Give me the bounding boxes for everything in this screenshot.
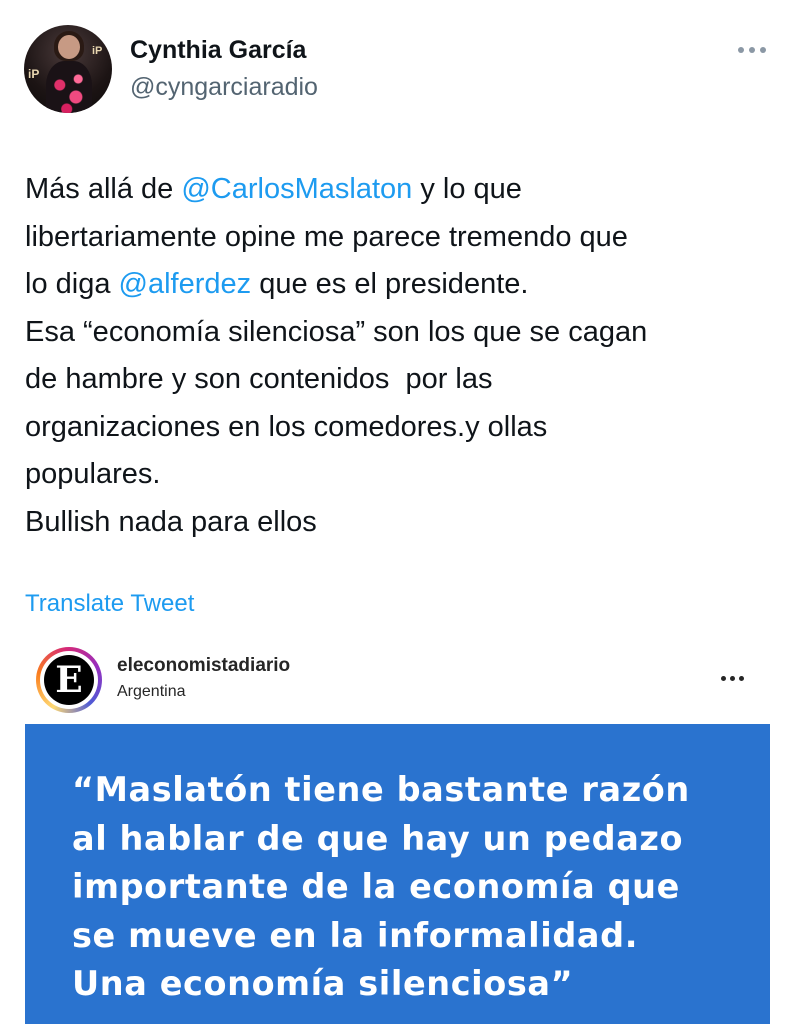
- tweet-line: populares.: [25, 451, 770, 499]
- dot: [760, 47, 766, 53]
- quote-line: se mueve en la informalidad.: [72, 915, 639, 955]
- tweet-line: Más allá de @CarlosMaslaton y lo que: [25, 166, 770, 214]
- tweet-text-segment: que es el presidente.: [251, 268, 529, 300]
- dot: [738, 47, 744, 53]
- dot: [729, 675, 735, 681]
- author-handle[interactable]: @cyngarciaradio: [130, 73, 318, 102]
- mention-link[interactable]: @CarlosMaslaton: [181, 173, 412, 205]
- tweet-text-segment: organizaciones en los comedores.y ollas: [25, 410, 548, 443]
- tweet-text-segment: libertariamente opine me parece tremendo…: [25, 220, 628, 253]
- avatar-backdrop-logo: iP: [92, 45, 103, 57]
- tweet-text-segment: de hambre y son contenidos por las: [25, 363, 493, 395]
- mention-link[interactable]: @alferdez: [119, 268, 252, 300]
- embedded-location[interactable]: Argentina: [117, 683, 186, 701]
- tweet-line: de hambre y son contenidos por las: [25, 356, 770, 404]
- quote-line: Una economía silenciosa”: [72, 964, 574, 1003]
- tweet-text-segment: populares.: [25, 458, 161, 490]
- tweet-line: Esa “economía silenciosa” son los que se…: [25, 309, 770, 357]
- tweet-text-segment: y lo que: [412, 173, 522, 205]
- avatar-face: [58, 35, 80, 59]
- embedded-quote-card[interactable]: “Maslatón tiene bastante razón al hablar …: [25, 724, 770, 1024]
- tweet-text-segment: Más allá de: [25, 173, 182, 205]
- dot: [749, 47, 755, 53]
- embedded-more-icon[interactable]: [712, 670, 752, 686]
- quote-text: “Maslatón tiene bastante razón al hablar …: [72, 766, 752, 1009]
- avatar-backdrop-logo: iP: [28, 67, 40, 81]
- avatar-dress: [46, 61, 92, 113]
- tweet-line: organizaciones en los comedores.y ollas: [25, 404, 770, 452]
- publication-logo: E: [44, 655, 94, 705]
- embedded-account-avatar[interactable]: E: [36, 647, 102, 713]
- avatar-ring-gap: E: [40, 651, 98, 709]
- author-display-name[interactable]: Cynthia García: [130, 36, 306, 65]
- tweet-text: Más allá de @CarlosMaslaton y lo que libe…: [25, 166, 770, 546]
- author-avatar[interactable]: iP iP: [24, 25, 112, 113]
- dot: [738, 675, 744, 681]
- tweet-line: libertariamente opine me parece tremendo…: [25, 214, 770, 262]
- dot: [720, 675, 726, 681]
- quote-line: al hablar de que hay un pedazo: [72, 818, 684, 858]
- more-options-icon[interactable]: [732, 40, 772, 60]
- embedded-account-name[interactable]: eleconomistadiario: [117, 655, 290, 677]
- tweet-text-segment: Bullish nada para ellos: [25, 505, 317, 538]
- quote-line: importante de la economía que: [72, 867, 680, 906]
- quote-line: “Maslatón tiene bastante razón: [72, 770, 690, 809]
- tweet-text-segment: Esa “economía silenciosa” son los que se…: [25, 315, 648, 348]
- translate-tweet-link[interactable]: Translate Tweet: [25, 590, 194, 618]
- tweet-line: Bullish nada para ellos: [25, 499, 770, 547]
- tweet-line: lo diga @alferdez que es el presidente.: [25, 261, 770, 309]
- tweet-text-segment: lo diga: [25, 268, 119, 300]
